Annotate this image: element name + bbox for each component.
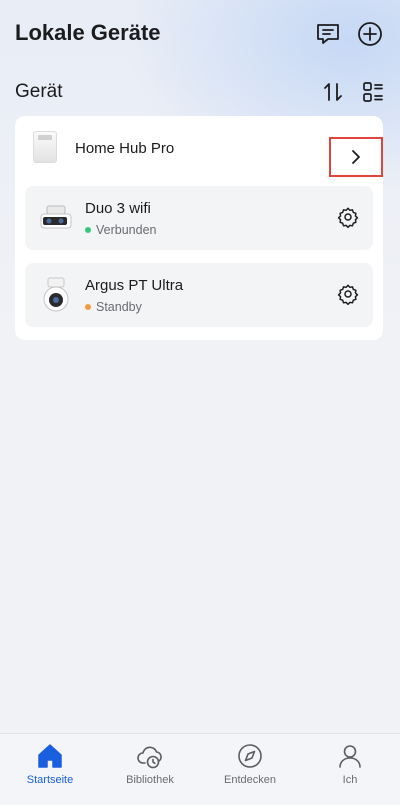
chevron-right-icon <box>352 150 360 164</box>
gear-icon <box>337 284 359 306</box>
camera-status: Verbunden <box>85 223 156 237</box>
page-title: Lokale Geräte <box>15 20 161 45</box>
tab-ich[interactable]: Ich <box>300 734 400 805</box>
camera-name: Duo 3 wifi <box>85 200 151 217</box>
section-title: Gerät <box>15 81 63 102</box>
camera-status-text: Verbunden <box>96 223 157 237</box>
hub-thumbnail <box>33 131 57 163</box>
camera-card[interactable]: Argus PT Ultra Standby <box>25 263 373 327</box>
camera-settings-button[interactable] <box>337 283 361 307</box>
cloud-clock-icon <box>137 746 162 769</box>
tab-label: Entdecken <box>224 774 276 786</box>
device-group-card: Home Hub Pro Duo 3 wifi Verbunden Argus … <box>15 116 383 340</box>
add-device-button[interactable] <box>356 20 384 48</box>
tab-bar: Startseite Bibliothek Entdecken Ich <box>0 733 400 805</box>
tab-label: Ich <box>342 774 358 786</box>
grid-layout-icon <box>363 82 383 102</box>
message-icon <box>317 24 339 44</box>
message-button[interactable] <box>314 20 342 48</box>
status-dot <box>85 227 91 233</box>
tab-bibliothek[interactable]: Bibliothek <box>100 734 200 805</box>
tab-label: Startseite <box>26 774 74 786</box>
camera-thumbnail <box>39 277 73 313</box>
camera-status-text: Standby <box>96 300 142 314</box>
camera-card[interactable]: Duo 3 wifi Verbunden <box>25 186 373 250</box>
person-icon <box>339 745 361 768</box>
gear-icon <box>337 207 359 229</box>
sort-button[interactable] <box>322 81 346 105</box>
tab-entdecken[interactable]: Entdecken <box>200 734 300 805</box>
hub-row[interactable]: Home Hub Pro <box>15 116 383 180</box>
camera-settings-button[interactable] <box>337 206 361 230</box>
camera-name: Argus PT Ultra <box>85 277 184 294</box>
status-dot <box>85 304 91 310</box>
camera-status: Standby <box>85 300 142 314</box>
hub-name: Home Hub Pro <box>75 140 175 157</box>
section-header: Gerät <box>0 78 400 108</box>
tab-label: Bibliothek <box>126 774 174 786</box>
hub-detail-button[interactable] <box>329 137 383 177</box>
header: Lokale Geräte <box>0 0 400 70</box>
compass-icon <box>238 744 262 768</box>
layout-toggle-button[interactable] <box>362 81 386 105</box>
tab-startseite[interactable]: Startseite <box>0 734 100 805</box>
camera-thumbnail <box>39 200 73 236</box>
home-icon <box>38 744 62 768</box>
sort-icon <box>324 83 342 101</box>
add-icon <box>358 22 382 46</box>
